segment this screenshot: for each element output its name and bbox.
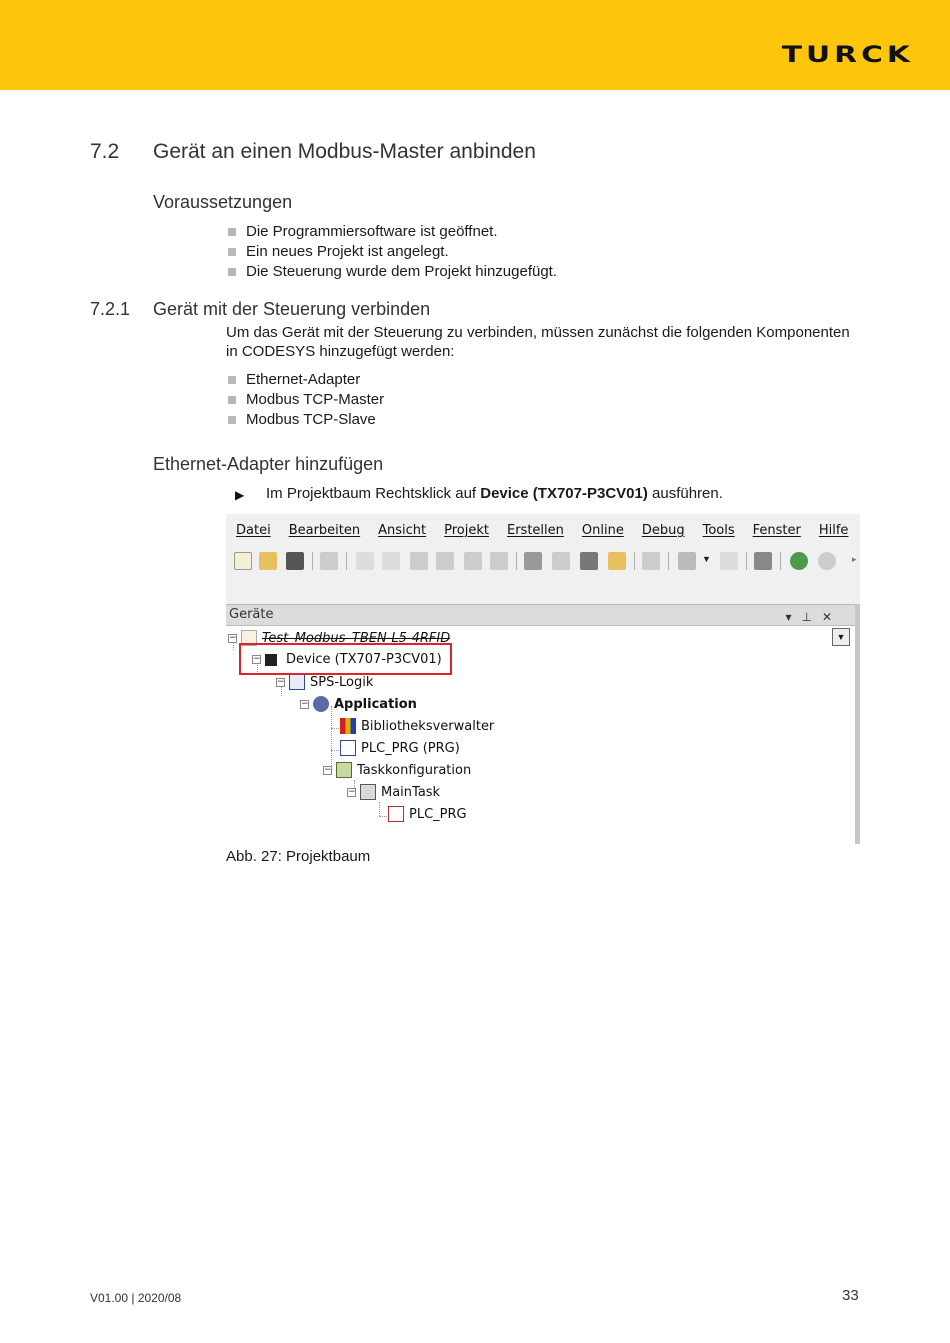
panel-menu-icon[interactable]: ▾ [785, 610, 801, 624]
tree-node-task-config[interactable]: − Taskkonfiguration [323, 762, 471, 778]
task-stack-icon [360, 784, 376, 800]
section-title: Gerät an einen Modbus-Master anbinden [153, 140, 536, 163]
tree-node-maintask[interactable]: − MainTask [347, 784, 440, 800]
open-folder-icon[interactable] [259, 552, 277, 570]
toolbar-separator [346, 552, 347, 570]
turck-logo: TURCK [781, 43, 914, 68]
find-in-project-icon[interactable] [580, 552, 598, 570]
bullet-square-icon [228, 267, 236, 276]
prereq-item: Die Programmiersoftware ist geöffnet. [228, 223, 498, 240]
menu-ansicht[interactable]: Ansicht [378, 523, 426, 538]
component-item: Ethernet-Adapter [228, 371, 360, 388]
menu-bar: Datei Bearbeiten Ansicht Projekt Erstell… [226, 514, 860, 546]
prereq-item: Ein neues Projekt ist angelegt. [228, 243, 449, 260]
library-books-icon [340, 718, 356, 734]
undo-icon[interactable] [356, 552, 374, 570]
window-icon[interactable] [642, 552, 660, 570]
collapse-icon[interactable]: − [347, 787, 356, 797]
toolbar-overflow-icon[interactable]: ▸ [852, 554, 857, 565]
component-item: Modbus TCP-Master [228, 391, 384, 408]
intro-line-2: in CODESYS hinzugefügt werden: [226, 343, 455, 360]
login-gear-icon[interactable] [790, 552, 808, 570]
bookmark-icon[interactable] [608, 552, 626, 570]
import-icon[interactable] [720, 552, 738, 570]
collapse-icon[interactable]: − [228, 633, 237, 643]
prereq-heading: Voraussetzungen [153, 192, 293, 212]
menu-hilfe[interactable]: Hilfe [819, 523, 849, 538]
intro-line-1: Um das Gerät mit der Steuerung zu verbin… [226, 324, 850, 341]
toolbar-separator [668, 552, 669, 570]
copy-icon[interactable] [436, 552, 454, 570]
dropdown-arrow-icon[interactable]: ▼ [702, 554, 711, 564]
panel-title: Geräte [229, 607, 274, 622]
toolbar-separator [746, 552, 747, 570]
program-call-icon [388, 806, 404, 822]
component-item: Modbus TCP-Slave [228, 411, 376, 428]
tree-node-sps-logik[interactable]: − SPS-Logik [276, 674, 373, 690]
replace-icon[interactable] [552, 552, 570, 570]
task-config-icon [336, 762, 352, 778]
program-icon [340, 740, 356, 756]
highlight-box [239, 643, 452, 675]
delete-icon[interactable] [490, 552, 508, 570]
devices-panel: Geräte ▾⊥✕ ▼ − Test_Modbus_TBEN-L5-4RFID… [226, 604, 860, 844]
codesys-screenshot: Datei Bearbeiten Ansicht Projekt Erstell… [226, 514, 860, 844]
logout-gear-icon[interactable] [818, 552, 836, 570]
tree-node-library-manager[interactable]: Bibliotheksverwalter [340, 718, 494, 734]
bullet-square-icon [228, 375, 236, 384]
panel-dropdown-button[interactable]: ▼ [832, 628, 850, 646]
tree-node-plc-prg[interactable]: PLC_PRG (PRG) [340, 740, 460, 756]
find-icon[interactable] [524, 552, 542, 570]
footer-version: V01.00 | 2020/08 [90, 1291, 182, 1305]
device-config-icon[interactable] [678, 552, 696, 570]
menu-bearbeiten[interactable]: Bearbeiten [289, 523, 360, 538]
vertical-scrollbar[interactable] [855, 604, 860, 844]
calculator-icon[interactable] [754, 552, 772, 570]
subsection-title: Gerät mit der Steuerung verbinden [153, 299, 431, 319]
pin-icon[interactable]: ⊥ [801, 610, 821, 624]
bullet-square-icon [228, 395, 236, 404]
subsection-number: 7.2.1 [90, 299, 131, 319]
toolbar-separator [312, 552, 313, 570]
ethernet-heading: Ethernet-Adapter hinzufügen [153, 454, 384, 474]
menu-tools[interactable]: Tools [703, 523, 735, 538]
collapse-icon[interactable]: − [276, 677, 285, 687]
redo-icon[interactable] [382, 552, 400, 570]
plc-logic-icon [289, 674, 305, 690]
menu-online[interactable]: Online [582, 523, 624, 538]
bullet-square-icon [228, 227, 236, 236]
menu-projekt[interactable]: Projekt [444, 523, 489, 538]
tree-node-plc-prg-call[interactable]: PLC_PRG [388, 806, 467, 822]
collapse-icon[interactable]: − [300, 699, 309, 709]
toolbar-separator [516, 552, 517, 570]
close-icon[interactable]: ✕ [822, 610, 842, 624]
toolbar: ▼ ▸ [226, 546, 860, 606]
section-number: 7.2 [90, 140, 120, 163]
tree-node-application[interactable]: − Application [300, 696, 417, 712]
menu-fenster[interactable]: Fenster [753, 523, 801, 538]
menu-datei[interactable]: Datei [236, 523, 271, 538]
save-icon[interactable] [286, 552, 304, 570]
bullet-square-icon [228, 415, 236, 424]
bullet-square-icon [228, 247, 236, 256]
step-instruction: Im Projektbaum Rechtsklick auf Device (T… [266, 485, 723, 502]
print-icon[interactable] [320, 552, 338, 570]
application-gear-icon [313, 696, 329, 712]
collapse-icon[interactable]: − [323, 765, 332, 775]
toolbar-separator [634, 552, 635, 570]
cut-icon[interactable] [410, 552, 428, 570]
paste-icon[interactable] [464, 552, 482, 570]
menu-erstellen[interactable]: Erstellen [507, 523, 564, 538]
header-bar: TURCK [0, 0, 950, 90]
page-number: 33 [842, 1287, 859, 1304]
step-arrow-icon: ▶ [235, 488, 245, 502]
toolbar-separator [780, 552, 781, 570]
prereq-item: Die Steuerung wurde dem Projekt hinzugef… [228, 263, 557, 280]
figure-caption: Abb. 27: Projektbaum [226, 848, 371, 865]
menu-debug[interactable]: Debug [642, 523, 685, 538]
panel-header: Geräte ▾⊥✕ [226, 604, 856, 626]
new-project-icon[interactable] [234, 552, 252, 570]
